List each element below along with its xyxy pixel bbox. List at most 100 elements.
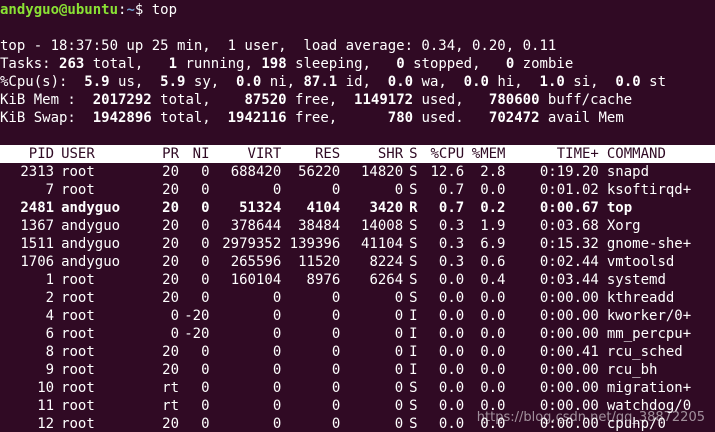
cell-priority: 0 [170, 308, 180, 324]
cell-cpu: 0.3 [438, 236, 465, 252]
cell-nice: 0 [201, 416, 210, 432]
cell-user: root [61, 344, 95, 360]
cell-mem: 0.0 [480, 362, 506, 378]
cell-pid: 12 [37, 416, 55, 432]
cell-command: systemd [606, 272, 666, 288]
cell-virt: 0 [272, 290, 282, 306]
cell-user: root [61, 182, 95, 198]
cell-user: root [61, 380, 95, 396]
cell-res: 0 [331, 326, 341, 342]
table-row: 2481 andyguo 20 0 51324 4104 3420 R 0.7 0.2 0:00.6… [0, 199, 715, 217]
swap-free: 1942116 [227, 110, 287, 126]
cell-time: 0:19.20 [539, 164, 599, 180]
cell-mem: 0.0 [480, 290, 506, 306]
column-header-user: USER [61, 146, 95, 162]
cell-mem: 0.6 [480, 254, 506, 270]
cell-time: 0:00.00 [539, 308, 599, 324]
cell-pid: 1706 [20, 254, 55, 270]
table-row: 7 root 20 0 0 0 0 S 0.7 0.0 0:01.02 ksoftirqd+ [0, 181, 715, 199]
swap-used-label: used. [413, 110, 489, 126]
cpu-us: 5.9 [84, 74, 110, 90]
cell-command: gnome-she+ [606, 236, 692, 252]
cell-virt: 0 [272, 380, 282, 396]
cell-shr: 0 [394, 398, 404, 414]
cell-shr: 14008 [361, 218, 404, 234]
cpu-wa: 0.0 [387, 74, 414, 90]
cell-nice: 0 [201, 272, 210, 288]
swap-total: 1942896 [92, 110, 152, 126]
column-header-pid: PID [28, 146, 55, 162]
cell-time: 0:01.02 [539, 182, 599, 198]
cell-nice: 0 [201, 200, 210, 216]
cpu-st: 0.0 [615, 74, 641, 90]
cell-res: 38484 [298, 218, 341, 234]
cell-priority: 20 [162, 362, 180, 378]
cell-virt: 0 [272, 416, 282, 432]
cpu-hi: 0.0 [463, 74, 489, 90]
cell-res: 0 [331, 344, 341, 360]
mem-line: KiB Mem : 2017292 total, 87520 free, 114… [0, 91, 715, 109]
cell-cpu: 0.3 [438, 218, 465, 234]
cell-command: migration+ [606, 380, 692, 396]
cell-time: 0:15.32 [539, 236, 599, 252]
cell-cpu: 0.0 [438, 326, 465, 342]
shell-prompt-line: andyguo@ubuntu:~$ top [0, 1, 715, 19]
column-header-pr: PR [162, 146, 180, 162]
cell-nice: 0 [201, 344, 210, 360]
cell-user: root [61, 362, 95, 378]
cell-priority: 20 [162, 254, 180, 270]
cell-pid: 11 [37, 398, 55, 414]
cell-mem: 0.0 [480, 308, 506, 324]
process-table-header: PID USER PR NI VIRT RES SHR S %CPU %MEM … [0, 145, 715, 163]
cell-state: S [409, 290, 418, 306]
cell-res: 0 [331, 182, 341, 198]
tasks-running-label: running, [177, 56, 262, 72]
cell-state: S [409, 272, 418, 288]
cell-virt: 0 [272, 326, 282, 342]
watermark: https://blog.csdn.net/qq_38872205 [476, 410, 705, 425]
cell-mem: 2.8 [480, 164, 506, 180]
prompt-user-host: andyguo@ubuntu [0, 2, 119, 18]
cell-cpu: 0.0 [438, 308, 465, 324]
cell-cpu: 0.7 [438, 182, 465, 198]
cell-priority: 20 [162, 182, 180, 198]
terminal-window[interactable]: andyguo@ubuntu:~$ top top - 18:37:50 up … [0, 0, 715, 432]
cell-cpu: 0.7 [438, 200, 465, 216]
cell-priority: 0 [170, 326, 180, 342]
cell-user: root [61, 308, 95, 324]
cell-mem: 0.2 [480, 200, 506, 216]
cell-virt: 0 [272, 362, 282, 378]
cell-virt: 0 [272, 308, 282, 324]
cell-time: 0:03.44 [539, 272, 599, 288]
mem-used: 1149172 [354, 92, 414, 108]
cell-time: 0:02.44 [539, 254, 599, 270]
cell-nice: 0 [201, 164, 210, 180]
table-row: 8 root 20 0 0 0 0 I 0.0 0.0 0:00.41 rcu_sched [0, 343, 715, 361]
column-header-res: RES [314, 146, 341, 162]
cell-state: I [409, 344, 418, 360]
cpu-ni: 0.0 [236, 74, 262, 90]
tasks-zombie: 0 [505, 56, 515, 72]
cell-command: top [606, 200, 633, 216]
cell-priority: 20 [162, 200, 180, 216]
table-row: 9 root 20 0 0 0 0 I 0.0 0.0 0:00.00 rcu_bh [0, 361, 715, 379]
cell-state: R [409, 200, 418, 216]
cpu-label: %Cpu(s): [0, 74, 85, 90]
cell-user: andyguo [61, 218, 121, 234]
cell-cpu: 0.0 [438, 380, 465, 396]
cell-mem: 0.0 [480, 344, 506, 360]
cell-pid: 6 [45, 326, 55, 342]
cell-time: 0:00.67 [539, 200, 599, 216]
cell-pid: 7 [45, 182, 55, 198]
column-header-mem: %MEM [471, 146, 506, 162]
cpu-hi-label: hi, [488, 74, 540, 90]
cell-priority: rt [162, 380, 180, 396]
cell-virt: 160104 [230, 272, 282, 288]
cell-nice: 0 [201, 182, 210, 198]
cell-cpu: 12.6 [430, 164, 465, 180]
swap-free-label: free, [286, 110, 388, 126]
mem-used-label: used, [413, 92, 489, 108]
cell-res: 0 [331, 398, 341, 414]
cell-pid: 2 [45, 290, 55, 306]
cell-res: 0 [331, 380, 341, 396]
